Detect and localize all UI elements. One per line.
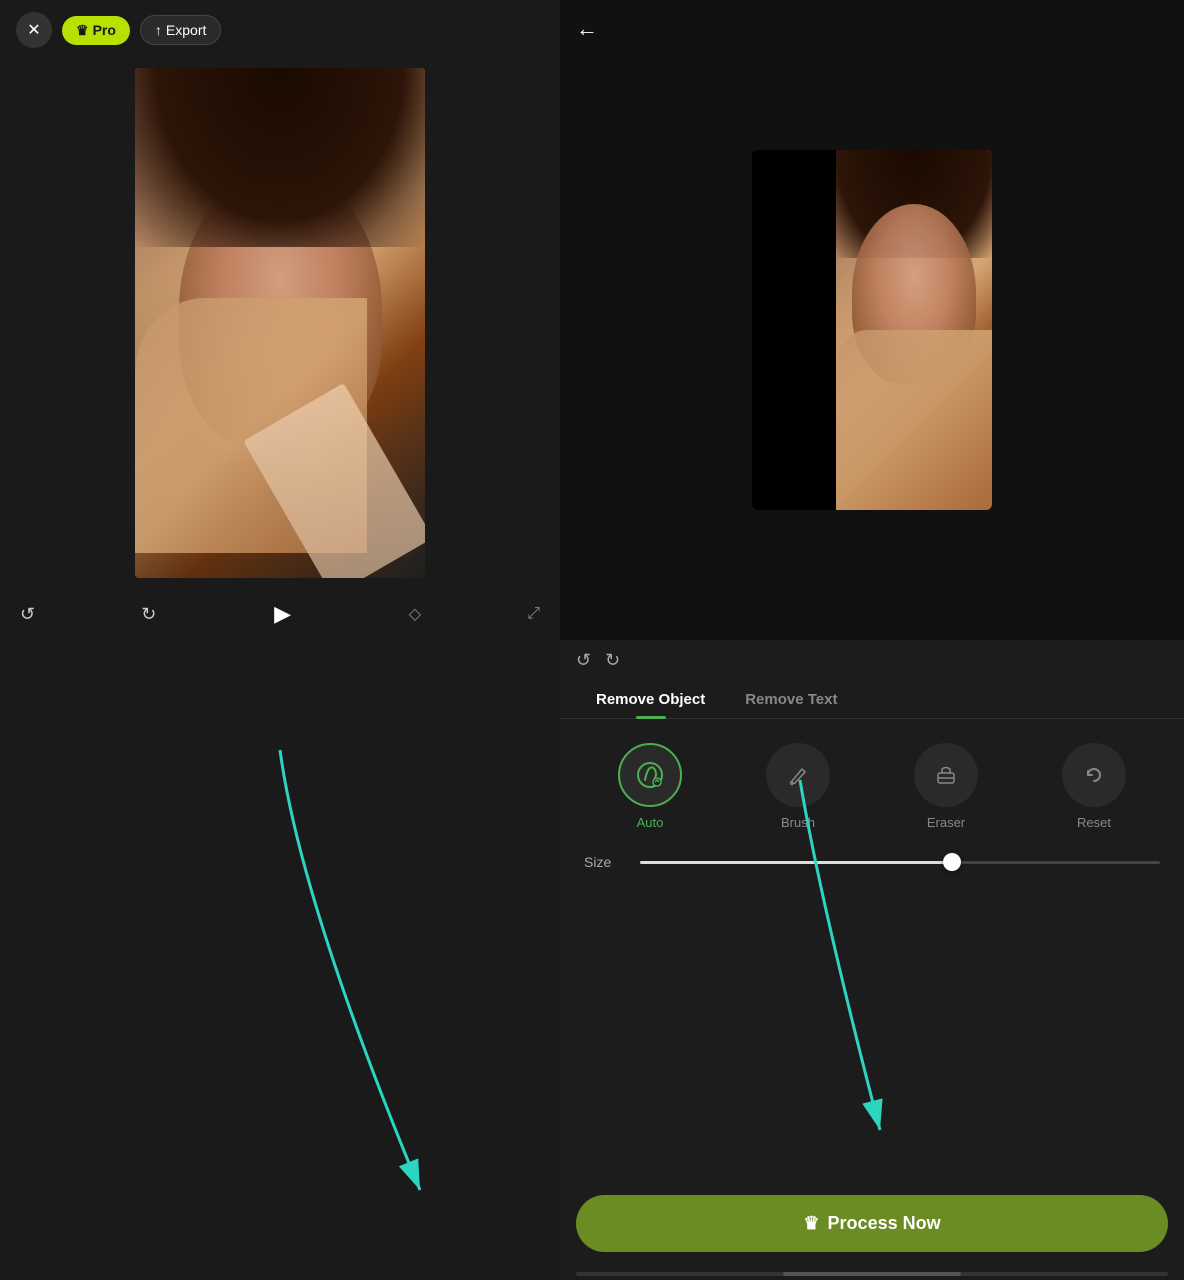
bottom-panel-scroll-thumb bbox=[783, 1272, 961, 1276]
playback-controls: ↺ ↻ ▶ ◇ ⤢ bbox=[0, 586, 560, 642]
process-now-label: Process Now bbox=[828, 1213, 941, 1234]
pro-badge[interactable]: ♛ Pro bbox=[62, 16, 130, 45]
undo-button[interactable]: ↺ bbox=[20, 604, 35, 625]
close-button[interactable]: ✕ bbox=[16, 12, 52, 48]
left-video-preview bbox=[135, 68, 425, 578]
back-button[interactable]: ← bbox=[576, 16, 598, 42]
undo-redo-row: ↺ ↻ bbox=[560, 640, 1184, 681]
right-video-preview bbox=[752, 150, 992, 510]
brush-tool-circle bbox=[766, 743, 830, 807]
size-label: Size bbox=[584, 854, 624, 870]
size-row: Size bbox=[560, 846, 1184, 878]
eraser-tool-option[interactable]: Eraser bbox=[914, 743, 978, 830]
right-undo-button[interactable]: ↺ bbox=[576, 650, 591, 671]
export-icon: ↑ bbox=[155, 22, 162, 38]
eraser-tool-circle bbox=[914, 743, 978, 807]
remove-tabs: Remove Object Remove Text bbox=[560, 681, 1184, 719]
size-slider[interactable] bbox=[640, 861, 1160, 864]
right-video-content bbox=[836, 150, 992, 510]
tab-remove-text[interactable]: Remove Text bbox=[725, 681, 857, 718]
right-redo-button[interactable]: ↻ bbox=[605, 650, 620, 671]
export-button[interactable]: ↑ Export bbox=[140, 15, 221, 45]
play-button[interactable]: ▶ bbox=[263, 594, 303, 634]
size-slider-thumb bbox=[943, 853, 961, 871]
reset-tool-option[interactable]: Reset bbox=[1062, 743, 1126, 830]
fullscreen-icon[interactable]: ⤢ bbox=[527, 605, 540, 623]
crown-icon: ♛ bbox=[76, 22, 89, 39]
reset-tool-label: Reset bbox=[1077, 815, 1111, 830]
auto-tool-circle bbox=[618, 743, 682, 807]
auto-tool-option[interactable]: Auto bbox=[618, 743, 682, 830]
auto-tool-label: Auto bbox=[637, 815, 664, 830]
black-bar-left bbox=[752, 150, 836, 510]
redo-button[interactable]: ↻ bbox=[141, 604, 156, 625]
eraser-tool-label: Eraser bbox=[927, 815, 965, 830]
process-crown-icon: ♛ bbox=[803, 1213, 819, 1234]
left-header: ✕ ♛ Pro ↑ Export bbox=[0, 0, 560, 60]
brush-tool-option[interactable]: Brush bbox=[766, 743, 830, 830]
remove-tool-options: Auto Brush bbox=[560, 719, 1184, 846]
reset-tool-circle bbox=[1062, 743, 1126, 807]
tab-remove-object[interactable]: Remove Object bbox=[576, 681, 725, 718]
process-now-button[interactable]: ♛ Process Now bbox=[576, 1195, 1168, 1252]
video-thumbnail-left bbox=[135, 68, 425, 578]
brush-tool-label: Brush bbox=[781, 815, 815, 830]
bottom-panel-scrollbar[interactable] bbox=[576, 1272, 1168, 1276]
keyframe-icon[interactable]: ◇ bbox=[409, 604, 421, 624]
